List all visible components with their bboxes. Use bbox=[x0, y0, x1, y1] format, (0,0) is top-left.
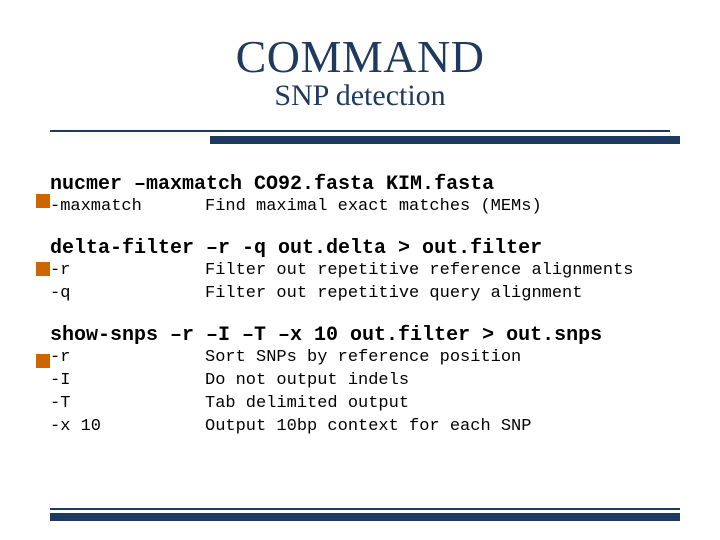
command-line: delta-filter –r -q out.delta > out.filte… bbox=[50, 237, 670, 260]
option-flag: -maxmatch bbox=[50, 196, 205, 219]
option-flag: -q bbox=[50, 283, 205, 306]
option-desc: Do not output indels bbox=[205, 370, 670, 393]
option-flag: -r bbox=[50, 260, 205, 283]
option-desc: Tab delimited output bbox=[205, 393, 670, 416]
slide: COMMAND SNP detection nucmer –maxmatch C… bbox=[0, 0, 720, 487]
option-flag: -r bbox=[50, 347, 205, 370]
bullet-icon bbox=[36, 262, 50, 276]
title-divider bbox=[50, 127, 670, 149]
option-flag: -I bbox=[50, 370, 205, 393]
option-row: -r Sort SNPs by reference position bbox=[50, 347, 670, 370]
footer-divider bbox=[50, 508, 680, 522]
option-row: -I Do not output indels bbox=[50, 370, 670, 393]
command-line: show-snps –r –I –T –x 10 out.filter > ou… bbox=[50, 324, 670, 347]
option-desc: Find maximal exact matches (MEMs) bbox=[205, 196, 670, 219]
slide-title: COMMAND bbox=[50, 30, 670, 83]
command-block-nucmer: nucmer –maxmatch CO92.fasta KIM.fasta -m… bbox=[50, 173, 670, 219]
command-line: nucmer –maxmatch CO92.fasta KIM.fasta bbox=[50, 173, 670, 196]
option-desc: Filter out repetitive reference alignmen… bbox=[205, 260, 670, 283]
slide-subtitle: SNP detection bbox=[50, 79, 670, 113]
option-desc: Sort SNPs by reference position bbox=[205, 347, 670, 370]
option-desc: Filter out repetitive query alignment bbox=[205, 283, 670, 306]
bullet-icon bbox=[36, 194, 50, 208]
command-block-delta-filter: delta-filter –r -q out.delta > out.filte… bbox=[50, 237, 670, 306]
option-row: -r Filter out repetitive reference align… bbox=[50, 260, 670, 283]
option-row: -q Filter out repetitive query alignment bbox=[50, 283, 670, 306]
option-flag: -T bbox=[50, 393, 205, 416]
option-row: -maxmatch Find maximal exact matches (ME… bbox=[50, 196, 670, 219]
option-flag: -x 10 bbox=[50, 416, 205, 439]
option-row: -x 10 Output 10bp context for each SNP bbox=[50, 416, 670, 439]
command-block-show-snps: show-snps –r –I –T –x 10 out.filter > ou… bbox=[50, 324, 670, 439]
option-row: -T Tab delimited output bbox=[50, 393, 670, 416]
bullet-icon bbox=[36, 354, 50, 368]
header-block: COMMAND SNP detection bbox=[50, 30, 670, 113]
option-desc: Output 10bp context for each SNP bbox=[205, 416, 670, 439]
